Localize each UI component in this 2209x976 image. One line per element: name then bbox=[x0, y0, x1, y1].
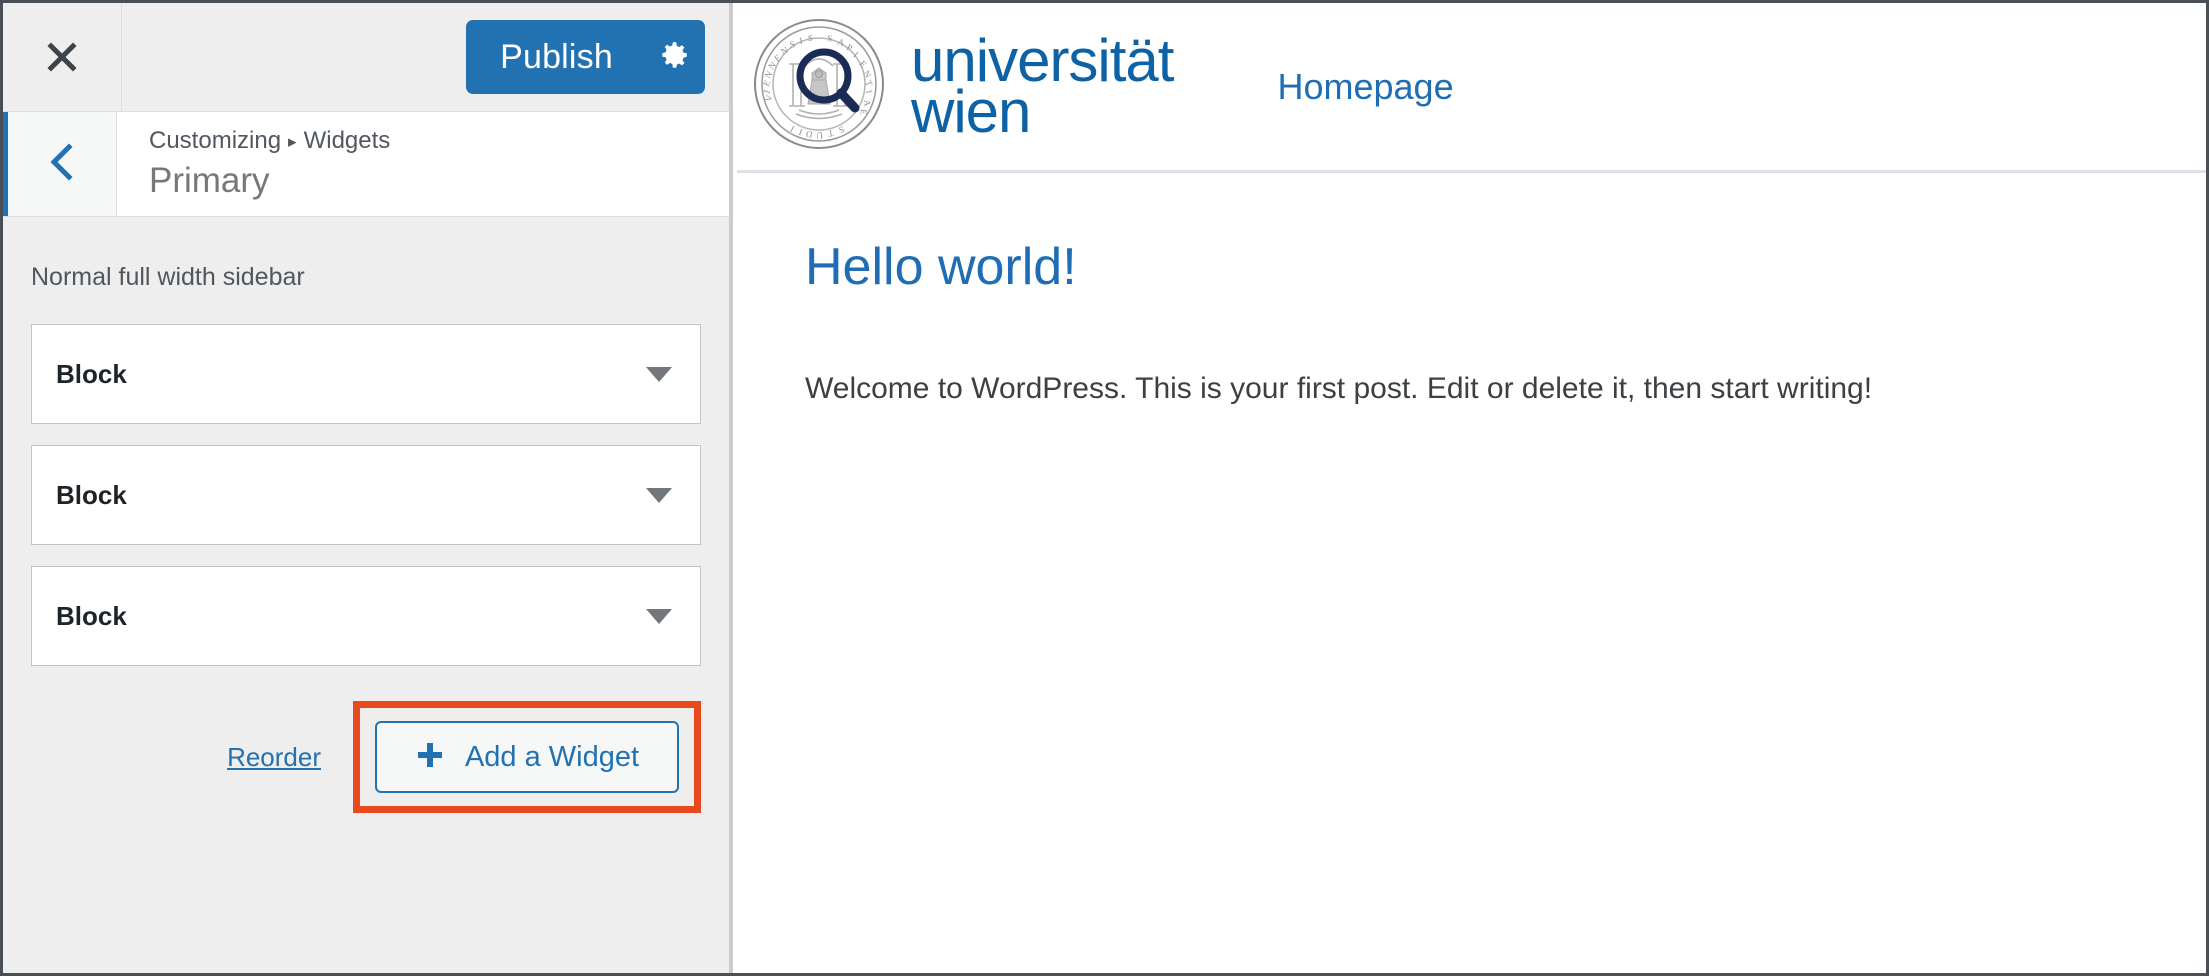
publish-button-group[interactable]: Publish bbox=[466, 20, 705, 94]
chevron-down-icon[interactable] bbox=[646, 487, 672, 503]
plus-icon bbox=[415, 740, 445, 775]
customizer-topbar: Publish bbox=[3, 3, 729, 112]
site-preview-pane[interactable]: V I E N N E N S I S S A P I E N T I A E … bbox=[737, 3, 2206, 973]
breadcrumb-separator-icon: ▸ bbox=[288, 132, 297, 152]
close-icon bbox=[42, 37, 82, 77]
add-a-widget-label: Add a Widget bbox=[464, 740, 640, 773]
gear-icon bbox=[657, 38, 691, 77]
site-navigation: Homepage bbox=[1277, 66, 1453, 108]
breadcrumb: Customizing ▸ Widgets bbox=[149, 127, 729, 155]
back-button[interactable] bbox=[3, 112, 117, 216]
breadcrumb-current: Widgets bbox=[303, 127, 391, 155]
widget-title: Block bbox=[56, 600, 127, 631]
chevron-left-icon bbox=[45, 141, 79, 188]
wordmark-line-2: wien bbox=[911, 77, 1031, 145]
university-wordmark: universität wien bbox=[911, 30, 1174, 145]
svg-text:E: E bbox=[858, 109, 868, 116]
widget-panel-actions: Reorder Add a Widget bbox=[31, 687, 701, 813]
svg-text:U: U bbox=[816, 130, 823, 140]
chevron-down-icon[interactable] bbox=[646, 366, 672, 382]
customizer-screenshot: Publish Customizing ▸ Widgets Primary No… bbox=[0, 0, 2209, 976]
sidebar-description: Normal full width sidebar bbox=[31, 263, 305, 291]
widget-title: Block bbox=[56, 479, 127, 510]
highlight-annotation: Add a Widget bbox=[353, 701, 701, 813]
customizer-sidebar: Publish Customizing ▸ Widgets Primary No… bbox=[3, 3, 733, 973]
widget-list-item[interactable]: Block bbox=[31, 445, 701, 545]
breadcrumb-root: Customizing bbox=[149, 127, 282, 155]
section-header-text: Customizing ▸ Widgets Primary bbox=[117, 112, 729, 216]
widget-list-item[interactable]: Block bbox=[31, 324, 701, 424]
publish-area: Publish bbox=[122, 3, 729, 111]
add-a-widget-button[interactable]: Add a Widget bbox=[375, 721, 679, 793]
publish-settings-button[interactable] bbox=[643, 38, 705, 77]
reorder-link[interactable]: Reorder bbox=[227, 742, 321, 773]
close-button[interactable] bbox=[3, 3, 122, 111]
widget-list-item[interactable]: Block bbox=[31, 566, 701, 666]
widget-title: Block bbox=[56, 358, 127, 389]
customizer-section-header: Customizing ▸ Widgets Primary bbox=[3, 112, 729, 217]
page-title: Primary bbox=[149, 160, 270, 200]
chevron-down-icon[interactable] bbox=[646, 608, 672, 624]
svg-text:A: A bbox=[862, 99, 873, 107]
publish-button-label: Publish bbox=[500, 37, 613, 76]
post-body: Welcome to WordPress. This is your first… bbox=[805, 372, 1873, 406]
nav-item-homepage[interactable]: Homepage bbox=[1277, 66, 1453, 107]
university-seal-icon: V I E N N E N S I S S A P I E N T I A E … bbox=[749, 14, 889, 159]
svg-text:S: S bbox=[808, 33, 814, 43]
site-content: Hello world! Welcome to WordPress. This … bbox=[737, 173, 2206, 410]
widget-panel-body: Normal full width sidebar Block Block Bl… bbox=[3, 217, 729, 973]
site-header: V I E N N E N S I S S A P I E N T I A E … bbox=[737, 3, 2206, 173]
post-title[interactable]: Hello world! bbox=[805, 238, 2206, 296]
